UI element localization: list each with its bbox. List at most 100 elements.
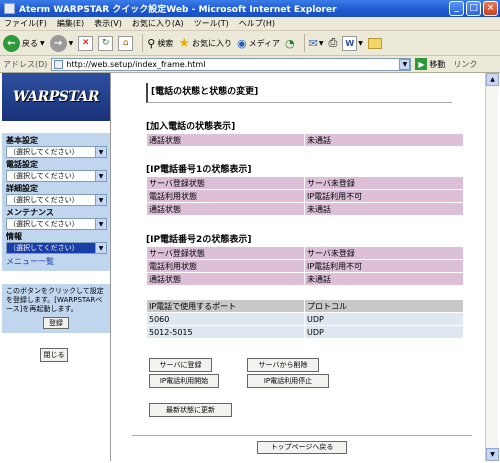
window-title: Aterm WARPSTAR クイック設定Web - Microsoft Int… (19, 5, 337, 15)
address-label: アドレス(D) (3, 59, 48, 69)
select-value: （選択してください） (9, 148, 79, 156)
table-row: 5060 UDP (147, 313, 463, 325)
chevron-down-icon: ▼ (95, 243, 106, 253)
menu-tools[interactable]: ツール(T) (194, 18, 229, 29)
home-icon: ⌂ (118, 35, 134, 51)
landline-status-section: [加入電話の状態表示] 通話状態 未通話 (146, 121, 464, 147)
links-label[interactable]: リンク (453, 59, 477, 70)
nav-group-basic: 基本設定 （選択してください） ▼ (6, 136, 108, 158)
column-header: IP電話で使用するポート (147, 300, 304, 312)
go-label: 移動 (429, 59, 446, 69)
refresh-status-button[interactable]: 最新状態に更新 (149, 403, 232, 417)
register-box: このボタンをクリックして設定を登録します。[WARPSTARベース]を再起動しま… (2, 283, 110, 333)
row-value: サーバ未登録 (305, 177, 463, 189)
refresh-icon: ↻ (98, 35, 114, 51)
page-title: [電話の状態と状態の変更] (146, 83, 452, 103)
menu-favorites[interactable]: お気に入り(A) (132, 18, 184, 29)
folder-icon (367, 37, 382, 49)
status-table: サーバ登録状態 サーバ未登録 電話利用状態 IP電話利用不可 通話状態 未通話 (146, 246, 464, 286)
media-button[interactable]: ◉ メディア (237, 37, 280, 50)
minimize-button[interactable]: _ (449, 1, 464, 16)
row-value: IP電話利用不可 (305, 190, 463, 202)
scroll-up-icon[interactable]: ▲ (486, 73, 499, 86)
ip-phone-2-section: [IP電話番号2の状態表示] サーバ登録状態 サーバ未登録 電話利用状態 IP電… (146, 234, 464, 286)
select-value: （選択してください） (9, 220, 79, 228)
refresh-button[interactable]: ↻ (98, 35, 114, 51)
row-label: 電話利用状態 (147, 190, 304, 202)
back-arrow-icon: ← (3, 34, 20, 52)
maintenance-select[interactable]: （選択してください） ▼ (6, 218, 107, 230)
forward-button[interactable]: → ▼ (49, 34, 73, 52)
history-icon: ◔ (285, 36, 295, 50)
main-frame: [電話の状態と状態の変更] [加入電話の状態表示] 通話状態 未通話 [IP電話… (112, 73, 485, 461)
maximize-button[interactable]: □ (466, 1, 481, 16)
word-icon: W (342, 35, 358, 51)
protocol-value: UDP (305, 326, 463, 338)
chevron-down-icon: ▼ (40, 39, 45, 47)
vertical-scrollbar[interactable]: ▲ ▼ (485, 73, 499, 461)
row-label: サーバ登録状態 (147, 177, 304, 189)
window-titlebar: Aterm WARPSTAR クイック設定Web - Microsoft Int… (0, 0, 500, 17)
phone-settings-select[interactable]: （選択してください） ▼ (6, 170, 107, 182)
chevron-down-icon: ▼ (95, 219, 106, 229)
favorites-button[interactable]: ★ お気に入り (178, 36, 232, 51)
close-window-button[interactable]: × (483, 1, 498, 16)
stop-button[interactable]: ✕ (78, 35, 94, 51)
nav-heading: 情報 (6, 232, 22, 241)
table-row: 通話状態 未通話 (147, 273, 463, 285)
detail-settings-select[interactable]: （選択してください） ▼ (6, 194, 107, 206)
menu-list-link[interactable]: メニュー一覧 (6, 256, 108, 267)
table-row: 電話利用状態 IP電話利用不可 (147, 190, 463, 202)
history-button[interactable]: ◔ (285, 37, 295, 50)
register-button[interactable]: 登録 (43, 317, 69, 329)
table-row: サーバ登録状態 サーバ未登録 (147, 247, 463, 259)
address-url: http://web.setup/index_frame.html (66, 59, 206, 69)
ie-icon (4, 3, 15, 14)
port-value: 5060 (147, 313, 304, 325)
chevron-down-icon: ▼ (358, 39, 363, 47)
basic-settings-select[interactable]: （選択してください） ▼ (6, 146, 107, 158)
select-value: （選択してください） (9, 244, 79, 252)
search-button[interactable]: ⚲ 検索 (147, 37, 173, 50)
mail-button[interactable]: ✉ ▼ (309, 37, 324, 50)
folder-button[interactable] (367, 37, 382, 49)
edit-button[interactable]: W ▼ (342, 35, 363, 51)
nav-heading: 基本設定 (6, 136, 38, 145)
back-to-top-button[interactable]: トップページへ戻る (257, 441, 347, 454)
favorites-label: お気に入り (191, 38, 232, 48)
menu-help[interactable]: ヘルプ(H) (239, 18, 275, 29)
close-button[interactable]: 閉じる (40, 348, 68, 362)
home-button[interactable]: ⌂ (118, 35, 134, 51)
address-input[interactable]: http://web.setup/index_frame.html ▼ (51, 57, 412, 71)
address-bar: アドレス(D) http://web.setup/index_frame.htm… (0, 56, 500, 73)
menu-file[interactable]: ファイル(F) (4, 18, 47, 29)
menu-view[interactable]: 表示(V) (94, 18, 122, 29)
scroll-down-icon[interactable]: ▼ (486, 448, 499, 461)
table-row: 電話利用状態 IP電話利用不可 (147, 260, 463, 272)
port-value: 5012-5015 (147, 326, 304, 338)
row-label: 通話状態 (147, 134, 304, 146)
table-row: サーバ登録状態 サーバ未登録 (147, 177, 463, 189)
delete-server-button[interactable]: サーバから削除 (247, 358, 319, 372)
status-table: サーバ登録状態 サーバ未登録 電話利用状態 IP電話利用不可 通話状態 未通話 (146, 176, 464, 216)
info-select[interactable]: （選択してください） ▼ (6, 242, 107, 254)
chevron-down-icon: ▼ (95, 171, 106, 181)
nav-heading: 詳細設定 (6, 184, 38, 193)
logo-text: WARPSTAR (12, 89, 100, 105)
nav-heading: 電話設定 (6, 160, 38, 169)
stop-icon: ✕ (78, 35, 94, 51)
chevron-down-icon[interactable]: ▼ (399, 58, 411, 70)
print-button[interactable]: ⎙ (328, 36, 337, 50)
menu-edit[interactable]: 編集(E) (57, 18, 84, 29)
ip-phone-stop-button[interactable]: IP電話利用停止 (247, 374, 329, 388)
register-server-button[interactable]: サーバに登録 (149, 358, 212, 372)
table-row: 通話状態 未通話 (147, 134, 463, 146)
ip-phone-start-button[interactable]: IP電話利用開始 (149, 374, 219, 388)
nav-group-phone: 電話設定 （選択してください） ▼ (6, 160, 108, 182)
section-heading: [加入電話の状態表示] (146, 122, 236, 132)
protocol-value: UDP (305, 313, 463, 325)
go-button[interactable]: ▶ 移動 (415, 58, 445, 70)
back-button[interactable]: ← 戻る ▼ (3, 34, 45, 52)
chevron-down-icon: ▼ (318, 39, 324, 47)
row-label: 通話状態 (147, 273, 304, 285)
